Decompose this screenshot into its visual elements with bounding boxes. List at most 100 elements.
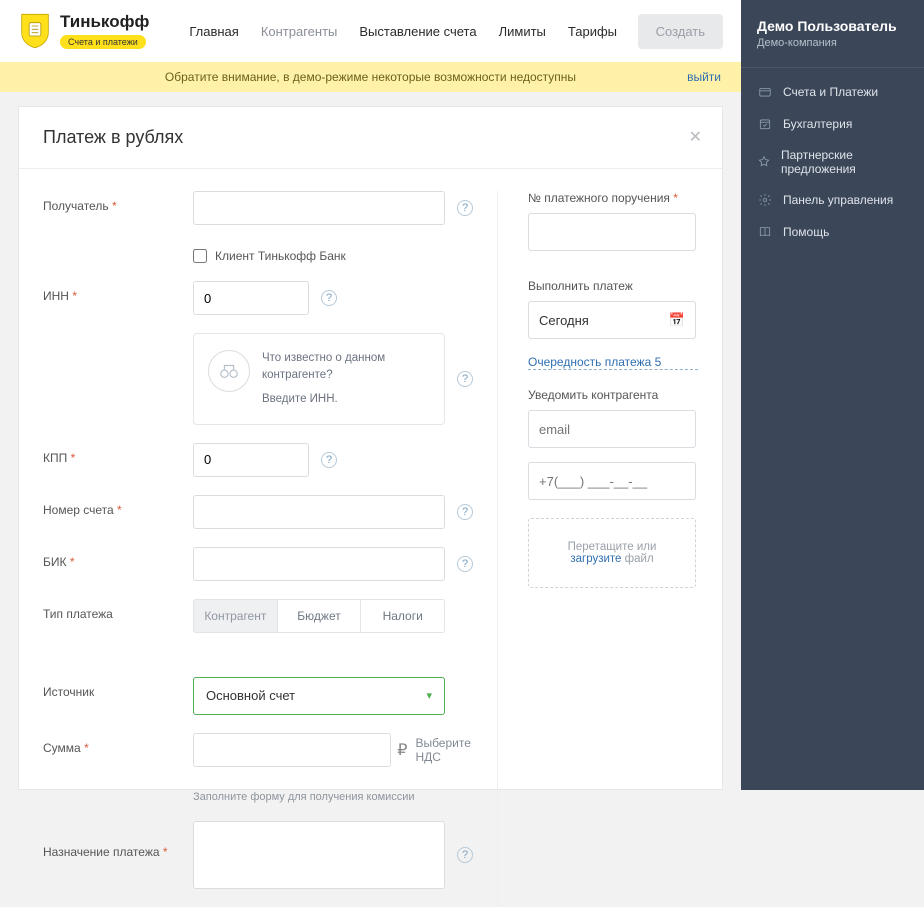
brand-sub: Счета и платежи (60, 35, 146, 49)
chevron-down-icon: ▾ (426, 689, 432, 702)
brand-name: Тинькофф (60, 12, 149, 32)
order-no-input[interactable] (528, 213, 696, 251)
source-value: Основной счет (206, 688, 295, 703)
client-tinkoff-checkbox[interactable] (193, 249, 207, 263)
demo-notice-bar: Обратите внимание, в демо-режиме некотор… (0, 62, 741, 92)
sidebar-item-label: Партнерские предложения (781, 148, 908, 176)
help-icon[interactable]: ? (457, 200, 473, 216)
account-input[interactable] (193, 495, 445, 529)
label-source: Источник (43, 677, 193, 699)
sidebar-user: Демо Пользователь Демо-компания (741, 18, 924, 67)
label-kpp: КПП * (43, 443, 193, 465)
sidebar-item-accounting[interactable]: Бухгалтерия (741, 108, 924, 140)
help-icon[interactable]: ? (457, 847, 473, 863)
user-company: Демо-компания (757, 37, 908, 49)
nav-tariffs[interactable]: Тарифы (568, 24, 617, 39)
label-ptype: Тип платежа (43, 599, 193, 621)
row-source: Источник Основной счет ▾ (43, 677, 473, 715)
date-value: Сегодня (539, 313, 589, 328)
client-tinkoff-label: Клиент Тинькофф Банк (215, 249, 346, 263)
sidebar-item-help[interactable]: Помощь (741, 216, 924, 248)
row-inn: ИНН * ? (43, 281, 473, 315)
seg-budget[interactable]: Бюджет (277, 600, 361, 632)
notice-text: Обратите внимание, в демо-режиме некотор… (165, 70, 576, 84)
nav-contractors[interactable]: Контрагенты (261, 24, 338, 39)
top-nav: Главная Контрагенты Выставление счета Ли… (189, 24, 637, 39)
help-icon[interactable]: ? (457, 504, 473, 520)
notify-phone-input[interactable] (528, 462, 696, 500)
commission-note: Заполните форму для получения комиссии (193, 791, 473, 803)
purpose-textarea[interactable] (193, 821, 445, 889)
kpp-input[interactable] (193, 443, 309, 477)
source-select[interactable]: Основной счет ▾ (193, 677, 445, 715)
page-title: Платеж в рублях ✕ (19, 107, 722, 169)
wallet-icon (757, 84, 773, 100)
row-recipient: Получатель * ? (43, 191, 473, 225)
sidebar-item-label: Помощь (783, 225, 829, 239)
sidebar-item-label: Панель управления (783, 193, 893, 207)
priority-link[interactable]: Очередность платежа 5 (528, 355, 698, 370)
label-recipient: Получатель * (43, 191, 193, 213)
label-order-no: № платежного поручения * (528, 191, 698, 205)
gear-icon (757, 192, 773, 208)
help-icon[interactable]: ? (321, 452, 337, 468)
seg-contractor[interactable]: Контрагент (194, 600, 277, 632)
nav-main[interactable]: Главная (189, 24, 238, 39)
contractor-info-card: Что известно о данном контрагенте? Введи… (193, 333, 445, 425)
sidebar-item-label: Счета и Платежи (783, 85, 878, 99)
binoculars-icon (208, 350, 250, 392)
row-sum: Сумма * ₽ Выберите НДС (43, 733, 473, 767)
file-drop-zone[interactable]: Перетащите или загрузите файл (528, 518, 696, 588)
nav-limits[interactable]: Лимиты (499, 24, 546, 39)
payment-type-segment: Контрагент Бюджет Налоги (193, 599, 445, 633)
help-icon[interactable]: ? (457, 371, 473, 387)
close-icon[interactable]: ✕ (689, 127, 702, 147)
calendar-icon: 📅 (669, 312, 685, 328)
bik-input[interactable] (193, 547, 445, 581)
drop-text-c: файл (621, 553, 653, 565)
notify-email-input[interactable] (528, 410, 696, 448)
sum-input[interactable] (193, 733, 391, 767)
drop-upload-link: загрузите (570, 553, 621, 565)
form-left-col: Получатель * ? Клиент Тинькофф Банк ИНН … (43, 191, 473, 907)
info-card-text: Что известно о данном контрагенте? Введи… (262, 350, 430, 408)
seg-tax[interactable]: Налоги (360, 600, 444, 632)
execute-date-picker[interactable]: Сегодня 📅 (528, 301, 696, 339)
logo-shield-icon (18, 11, 52, 51)
row-purpose: Назначение платежа * ? (43, 821, 473, 889)
right-sidebar: Демо Пользователь Демо-компания Счета и … (741, 0, 924, 790)
vat-select-link[interactable]: Выберите НДС (415, 736, 473, 764)
label-bik: БИК * (43, 547, 193, 569)
logo-text: Тинькофф Счета и платежи (60, 12, 149, 50)
currency-symbol: ₽ (397, 740, 407, 760)
star-icon (757, 154, 771, 170)
exit-link[interactable]: выйти (687, 70, 721, 84)
payment-panel: Платеж в рублях ✕ Получатель * ? Клиент … (18, 106, 723, 790)
row-payment-type: Тип платежа Контрагент Бюджет Налоги (43, 599, 473, 633)
page-title-text: Платеж в рублях (43, 127, 183, 147)
row-client-tinkoff: Клиент Тинькофф Банк (193, 249, 473, 263)
row-info-card: Что известно о данном контрагенте? Введи… (43, 333, 473, 425)
label-account: Номер счета * (43, 495, 193, 517)
recipient-input[interactable] (193, 191, 445, 225)
row-kpp: КПП * ? (43, 443, 473, 477)
label-inn: ИНН * (43, 281, 193, 303)
nav-billing[interactable]: Выставление счета (359, 24, 476, 39)
sidebar-item-accounts[interactable]: Счета и Платежи (741, 76, 924, 108)
create-button[interactable]: Создать (638, 14, 723, 49)
top-header: Тинькофф Счета и платежи Главная Контраг… (0, 0, 741, 62)
sidebar-item-control[interactable]: Панель управления (741, 184, 924, 216)
row-bik: БИК * ? (43, 547, 473, 581)
label-execute: Выполнить платеж (528, 279, 698, 293)
user-name: Демо Пользователь (757, 18, 908, 34)
help-icon[interactable]: ? (457, 556, 473, 572)
logo[interactable]: Тинькофф Счета и платежи (18, 11, 149, 51)
inn-input[interactable] (193, 281, 309, 315)
help-icon[interactable]: ? (321, 290, 337, 306)
drop-text-a: Перетащите или (568, 541, 657, 553)
label-notify: Уведомить контрагента (528, 388, 698, 402)
label-sum: Сумма * (43, 733, 193, 755)
sidebar-item-label: Бухгалтерия (783, 117, 852, 131)
sidebar-item-partners[interactable]: Партнерские предложения (741, 140, 924, 184)
calendar-icon (757, 116, 773, 132)
